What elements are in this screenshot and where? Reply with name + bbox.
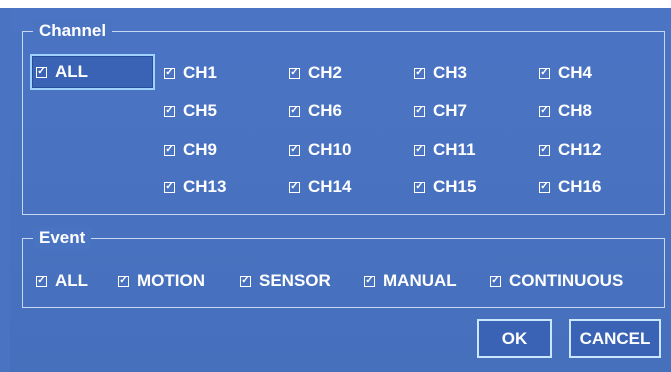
channel-checkbox-ch3[interactable]: ✓ CH3 — [414, 62, 467, 84]
checkbox-check-icon: ✓ — [36, 66, 47, 78]
event-label: CONTINUOUS — [509, 271, 624, 290]
channel-label: CH5 — [183, 101, 218, 120]
channel-checkbox-ch7[interactable]: ✓ CH7 — [414, 100, 467, 122]
checkbox-check-icon: ✓ — [539, 105, 550, 117]
event-checkbox-sensor[interactable]: ✓ SENSOR — [240, 270, 331, 292]
checkbox-check-icon: ✓ — [118, 275, 129, 287]
checkbox-check-icon: ✓ — [164, 181, 175, 193]
channel-checkbox-ch10[interactable]: ✓ CH10 — [289, 139, 351, 161]
channel-all-checkbox[interactable]: ✓ ALL — [36, 61, 88, 83]
channel-label: CH2 — [308, 63, 343, 82]
channel-all-label: ALL — [55, 62, 89, 81]
event-label: SENSOR — [259, 271, 331, 290]
event-checkbox-manual[interactable]: ✓ MANUAL — [364, 270, 457, 292]
checkbox-check-icon: ✓ — [289, 144, 300, 156]
channel-label: CH8 — [558, 101, 593, 120]
channel-checkbox-ch4[interactable]: ✓ CH4 — [539, 62, 592, 84]
channel-label: CH16 — [558, 177, 602, 196]
channel-label: CH14 — [308, 177, 352, 196]
event-label: ALL — [55, 271, 89, 290]
event-checkbox-all[interactable]: ✓ ALL — [36, 270, 88, 292]
window-top-strip — [0, 0, 671, 8]
channel-checkbox-ch6[interactable]: ✓ CH6 — [289, 100, 342, 122]
checkbox-check-icon: ✓ — [414, 181, 425, 193]
checkbox-check-icon: ✓ — [414, 105, 425, 117]
channel-label: CH12 — [558, 140, 602, 159]
checkbox-check-icon: ✓ — [539, 181, 550, 193]
event-label: MANUAL — [383, 271, 457, 290]
channel-label: CH1 — [183, 63, 218, 82]
channel-checkbox-ch8[interactable]: ✓ CH8 — [539, 100, 592, 122]
channel-checkbox-ch9[interactable]: ✓ CH9 — [164, 139, 217, 161]
checkbox-check-icon: ✓ — [36, 275, 47, 287]
checkbox-check-icon: ✓ — [414, 67, 425, 79]
channel-label: CH6 — [308, 101, 343, 120]
channel-checkbox-ch16[interactable]: ✓ CH16 — [539, 176, 601, 198]
channel-label: CH3 — [433, 63, 468, 82]
channel-label: CH11 — [433, 140, 476, 159]
event-group-title: Event — [33, 227, 92, 249]
checkbox-check-icon: ✓ — [164, 144, 175, 156]
checkbox-check-icon: ✓ — [289, 67, 300, 79]
channel-checkbox-ch14[interactable]: ✓ CH14 — [289, 176, 351, 198]
channel-checkbox-ch13[interactable]: ✓ CH13 — [164, 176, 226, 198]
checkbox-check-icon: ✓ — [414, 144, 425, 156]
channel-label: CH7 — [433, 101, 468, 120]
checkbox-check-icon: ✓ — [364, 275, 375, 287]
event-checkbox-continuous[interactable]: ✓ CONTINUOUS — [490, 270, 623, 292]
channel-checkbox-ch11[interactable]: ✓ CH11 — [414, 139, 476, 161]
checkbox-check-icon: ✓ — [164, 105, 175, 117]
event-checkbox-motion[interactable]: ✓ MOTION — [118, 270, 205, 292]
channel-group-title: Channel — [33, 20, 113, 42]
checkbox-check-icon: ✓ — [539, 67, 550, 79]
channel-label: CH13 — [183, 177, 227, 196]
ok-button[interactable]: OK — [477, 319, 552, 358]
channel-checkbox-ch5[interactable]: ✓ CH5 — [164, 100, 217, 122]
channel-label: CH15 — [433, 177, 477, 196]
channel-label: CH10 — [308, 140, 352, 159]
checkbox-check-icon: ✓ — [289, 105, 300, 117]
channel-checkbox-ch12[interactable]: ✓ CH12 — [539, 139, 601, 161]
checkbox-check-icon: ✓ — [164, 67, 175, 79]
checkbox-check-icon: ✓ — [240, 275, 251, 287]
channel-label: CH9 — [183, 140, 218, 159]
checkbox-check-icon: ✓ — [490, 275, 501, 287]
channel-checkbox-ch1[interactable]: ✓ CH1 — [164, 62, 217, 84]
channel-checkbox-ch2[interactable]: ✓ CH2 — [289, 62, 342, 84]
event-label: MOTION — [137, 271, 205, 290]
checkbox-check-icon: ✓ — [539, 144, 550, 156]
channel-label: CH4 — [558, 63, 593, 82]
channel-checkbox-ch15[interactable]: ✓ CH15 — [414, 176, 476, 198]
checkbox-check-icon: ✓ — [289, 181, 300, 193]
cancel-button[interactable]: CANCEL — [569, 319, 661, 358]
